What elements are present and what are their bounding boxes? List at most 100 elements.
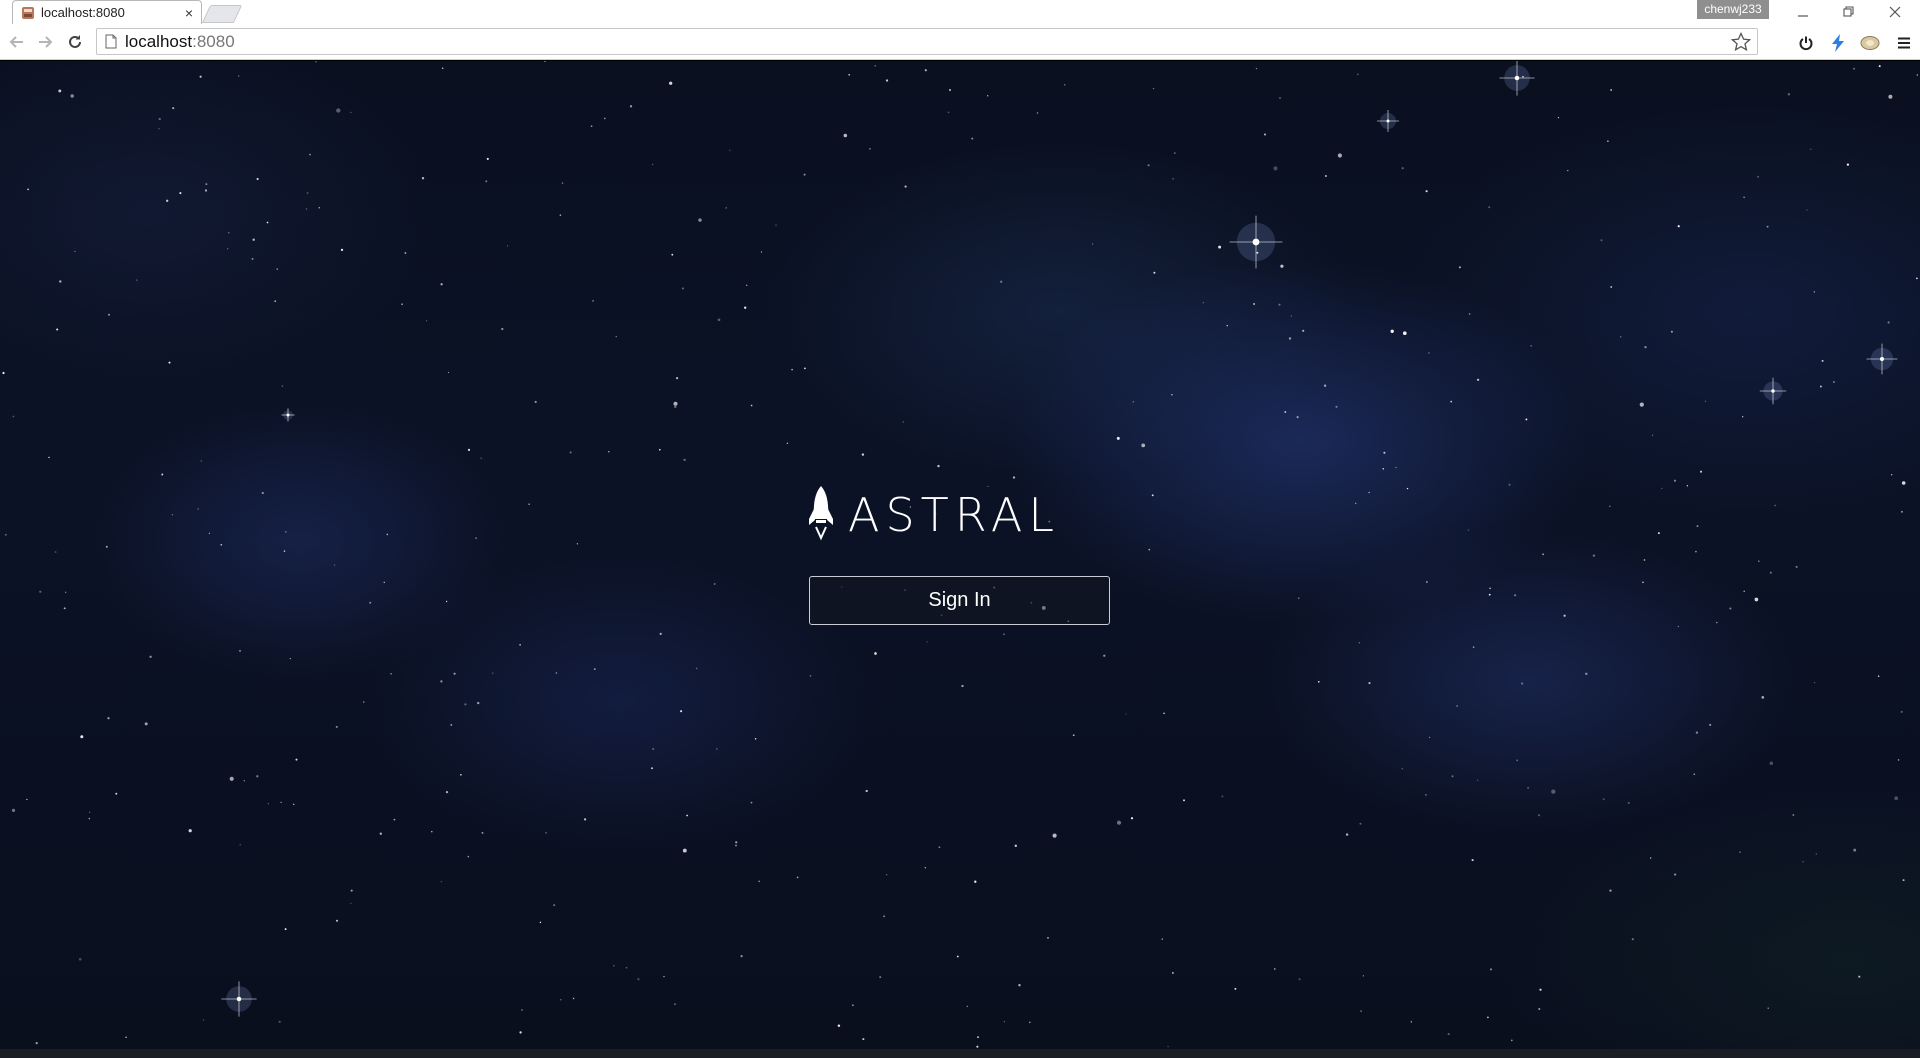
star-dot — [239, 650, 241, 652]
star-dot — [70, 94, 74, 98]
star-dot — [977, 1036, 979, 1038]
star-dot — [1000, 280, 1003, 283]
star-dot — [791, 368, 793, 371]
star-dot — [1729, 607, 1732, 610]
star-dot — [1538, 1008, 1541, 1010]
star-dot — [1427, 352, 1430, 354]
power-icon[interactable] — [1796, 33, 1816, 53]
star-dot — [1163, 712, 1165, 715]
lightning-icon[interactable] — [1828, 33, 1848, 53]
star-dot — [1489, 968, 1493, 971]
star-dot — [1661, 487, 1663, 489]
star-dot — [592, 299, 595, 302]
star-dot — [543, 61, 546, 63]
extension-icon[interactable] — [1860, 33, 1880, 53]
reload-icon[interactable] — [62, 30, 88, 54]
star-dot — [1644, 345, 1647, 349]
star-dot — [948, 88, 952, 92]
star-dot — [1602, 798, 1605, 801]
star-dot — [1795, 565, 1798, 568]
star-dot — [837, 1024, 841, 1027]
star-dot — [796, 876, 799, 879]
star-dot — [1704, 400, 1707, 403]
star-dot — [1677, 225, 1680, 228]
browser-tab[interactable]: localhost:8080 × — [12, 0, 202, 24]
star-dot — [1296, 416, 1299, 419]
star-dot — [1567, 169, 1569, 172]
star-dot — [1360, 1010, 1362, 1012]
star-dot — [1450, 400, 1453, 403]
star-dot — [450, 723, 453, 726]
star-dot — [1345, 833, 1349, 836]
star-dot — [986, 95, 989, 97]
star-dot — [754, 737, 757, 740]
star-dot — [441, 67, 444, 69]
star-dot — [1358, 642, 1361, 644]
star-dot — [1218, 245, 1222, 249]
star-dot — [1806, 209, 1808, 211]
star-dot — [682, 848, 687, 853]
profile-badge[interactable]: chenwj233 — [1697, 0, 1769, 19]
restore-icon[interactable] — [1834, 2, 1864, 22]
star-icon[interactable] — [1731, 32, 1751, 52]
star-dot — [956, 955, 959, 958]
star-dot — [744, 306, 747, 309]
star-dot — [1833, 381, 1835, 383]
star-dot — [1172, 177, 1174, 180]
tab-close-icon[interactable]: × — [181, 6, 197, 20]
star-dot — [1699, 470, 1703, 473]
star-dot — [1477, 779, 1479, 781]
star-dot — [1471, 859, 1474, 862]
star-dot — [686, 814, 688, 817]
star-dot — [12, 415, 15, 418]
address-bar[interactable]: localhost:8080 — [96, 28, 1758, 55]
star-dot — [1382, 468, 1385, 470]
star-dot — [251, 257, 254, 260]
star-dot — [1743, 196, 1745, 199]
minimize-icon[interactable] — [1788, 2, 1818, 22]
bright-star — [221, 981, 257, 1017]
star-dot — [1488, 593, 1491, 596]
sign-in-button[interactable]: Sign In — [809, 576, 1110, 625]
star-dot — [65, 591, 67, 593]
star-dot — [1477, 378, 1480, 381]
star-dot — [39, 590, 42, 593]
star-dot — [717, 318, 721, 322]
star-dot — [252, 238, 255, 241]
star-dot — [1516, 759, 1519, 762]
star-dot — [1887, 321, 1890, 324]
star-dot — [924, 867, 926, 869]
star-dot — [674, 405, 677, 409]
star-dot — [238, 75, 240, 77]
star-dot — [1894, 796, 1899, 801]
menu-icon[interactable] — [1894, 33, 1914, 53]
star-dot — [26, 798, 28, 801]
back-arrow-icon[interactable] — [4, 30, 30, 54]
bright-star — [281, 408, 295, 422]
star-dot — [1368, 491, 1370, 494]
star-dot — [680, 710, 683, 713]
star-dot — [453, 672, 456, 675]
new-tab-button[interactable] — [201, 5, 243, 23]
star-dot — [681, 287, 684, 290]
forward-arrow-icon[interactable] — [32, 30, 58, 54]
star-dot — [904, 185, 907, 188]
star-dot — [1527, 786, 1530, 789]
close-icon[interactable] — [1880, 2, 1910, 22]
star-dot — [1897, 759, 1900, 761]
star-dot — [1769, 571, 1772, 574]
star-dot — [1802, 860, 1804, 863]
star-dot — [284, 928, 287, 931]
star-dot — [363, 701, 365, 703]
star-dot — [467, 855, 470, 858]
star-dot — [1325, 175, 1327, 177]
star-dot — [1769, 761, 1774, 765]
star-dot — [464, 703, 467, 706]
star-dot — [1153, 271, 1156, 274]
star-dot — [1221, 795, 1224, 798]
star-dot — [1359, 822, 1362, 825]
star-dot — [475, 537, 477, 539]
star-dot — [560, 999, 562, 1001]
star-dot — [715, 748, 718, 750]
star-dot — [750, 404, 753, 407]
